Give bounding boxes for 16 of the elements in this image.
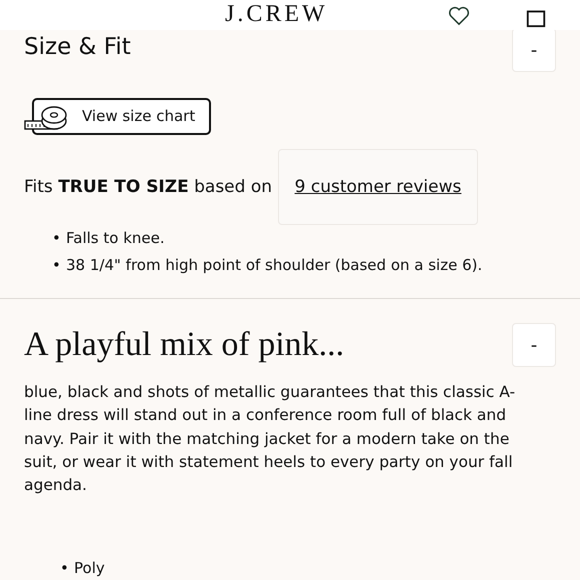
detail-item: Falls to knee.: [66, 228, 165, 249]
heart-icon[interactable]: [448, 6, 470, 26]
collapse-button[interactable]: -: [512, 323, 556, 367]
detail-item: 38 1/4" from high point of shoulder (based on a size 6).: [66, 255, 482, 276]
fit-text: Fits TRUE TO SIZE based on: [24, 177, 272, 197]
description-title: A playful mix of pink...: [24, 326, 344, 364]
brand-logo[interactable]: J.CREW: [225, 1, 328, 27]
bullet-mark: •: [52, 228, 62, 249]
reviews-link[interactable]: 9 customer reviews: [294, 177, 462, 197]
bullet-mark: •: [60, 558, 70, 580]
description-text: blue, black and shots of metallic guarantees that this classic A-line dress will stand out in a conference room full of black and navy. Pair it with the matching jacket for a modern take on the suit, or wear it with statement heels to every party on your fall agenda.: [24, 382, 516, 496]
bullet-mark: •: [52, 255, 62, 276]
size-chart-button[interactable]: View size chart: [32, 98, 211, 134]
section-title: Size & Fit: [24, 34, 131, 60]
collapse-button[interactable]: -: [512, 28, 556, 72]
material-item: Poly: [74, 558, 105, 580]
